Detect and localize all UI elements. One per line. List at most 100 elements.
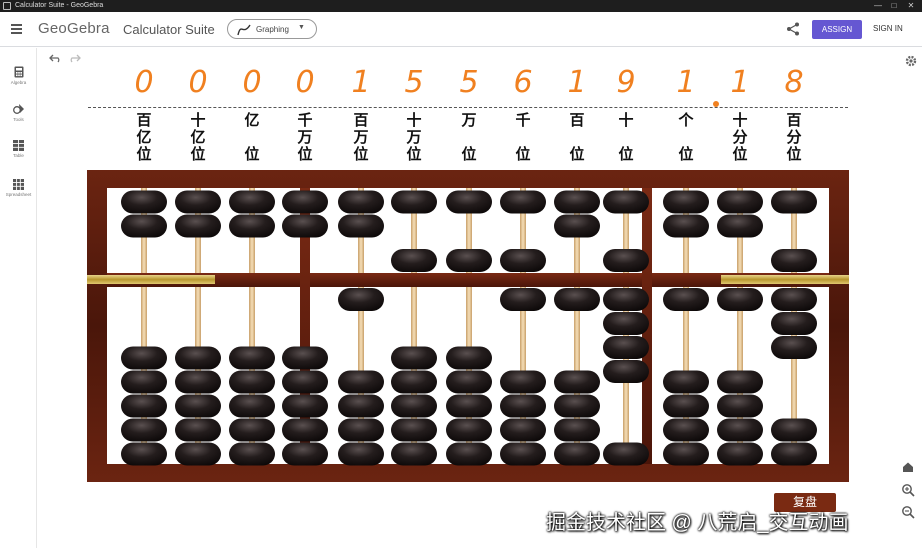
mode-select[interactable]: Graphing ▼ xyxy=(227,19,317,39)
upper-bead[interactable] xyxy=(500,190,546,214)
upper-bead[interactable] xyxy=(717,214,763,238)
undo-icon[interactable] xyxy=(49,54,62,63)
upper-bead[interactable] xyxy=(121,190,167,214)
upper-bead[interactable] xyxy=(446,249,492,272)
sidebar-item-table[interactable]: Table xyxy=(0,140,37,174)
lower-bead[interactable] xyxy=(175,418,221,442)
upper-bead[interactable] xyxy=(717,190,763,214)
upper-bead[interactable] xyxy=(229,190,275,214)
lower-bead[interactable] xyxy=(717,370,763,394)
lower-bead[interactable] xyxy=(717,442,763,466)
lower-bead[interactable] xyxy=(175,370,221,394)
sidebar-item-spreadsheet[interactable]: Spreadsheet xyxy=(0,179,37,213)
lower-bead[interactable] xyxy=(663,370,709,394)
share-icon[interactable] xyxy=(786,22,800,36)
upper-bead[interactable] xyxy=(282,190,328,214)
lower-bead[interactable] xyxy=(771,312,817,335)
lower-bead[interactable] xyxy=(391,442,437,466)
lower-bead[interactable] xyxy=(391,370,437,394)
lower-bead[interactable] xyxy=(554,370,600,394)
lower-bead[interactable] xyxy=(121,394,167,418)
lower-bead[interactable] xyxy=(338,370,384,394)
lower-bead[interactable] xyxy=(229,394,275,418)
lower-bead[interactable] xyxy=(603,288,649,311)
upper-bead[interactable] xyxy=(391,249,437,272)
lower-bead[interactable] xyxy=(554,394,600,418)
lower-bead[interactable] xyxy=(391,418,437,442)
lower-bead[interactable] xyxy=(391,394,437,418)
lower-bead[interactable] xyxy=(603,312,649,335)
menu-icon[interactable] xyxy=(11,22,23,36)
upper-bead[interactable] xyxy=(391,190,437,214)
upper-bead[interactable] xyxy=(663,214,709,238)
lower-bead[interactable] xyxy=(771,336,817,359)
lower-bead[interactable] xyxy=(338,442,384,466)
lower-bead[interactable] xyxy=(229,346,275,370)
lower-bead[interactable] xyxy=(771,418,817,442)
lower-bead[interactable] xyxy=(282,370,328,394)
lower-bead[interactable] xyxy=(229,418,275,442)
lower-bead[interactable] xyxy=(663,394,709,418)
upper-bead[interactable] xyxy=(554,214,600,238)
lower-bead[interactable] xyxy=(446,442,492,466)
upper-bead[interactable] xyxy=(121,214,167,238)
lower-bead[interactable] xyxy=(717,394,763,418)
lower-bead[interactable] xyxy=(717,288,763,311)
lower-bead[interactable] xyxy=(121,370,167,394)
lower-bead[interactable] xyxy=(446,418,492,442)
lower-bead[interactable] xyxy=(500,394,546,418)
upper-bead[interactable] xyxy=(338,190,384,214)
upper-bead[interactable] xyxy=(603,190,649,214)
redo-icon[interactable] xyxy=(68,54,81,63)
lower-bead[interactable] xyxy=(175,394,221,418)
lower-bead[interactable] xyxy=(603,336,649,359)
lower-bead[interactable] xyxy=(771,442,817,466)
lower-bead[interactable] xyxy=(663,442,709,466)
lower-bead[interactable] xyxy=(229,442,275,466)
upper-bead[interactable] xyxy=(338,214,384,238)
lower-bead[interactable] xyxy=(500,288,546,311)
zoom-in-icon[interactable] xyxy=(900,482,916,498)
lower-bead[interactable] xyxy=(554,442,600,466)
lower-bead[interactable] xyxy=(121,418,167,442)
sidebar-item-algebra[interactable]: Algebra xyxy=(0,66,37,100)
lower-bead[interactable] xyxy=(554,418,600,442)
lower-bead[interactable] xyxy=(391,346,437,370)
lower-bead[interactable] xyxy=(338,394,384,418)
close-icon[interactable]: ✕ xyxy=(905,0,917,12)
lower-bead[interactable] xyxy=(771,288,817,311)
upper-bead[interactable] xyxy=(175,214,221,238)
upper-bead[interactable] xyxy=(500,249,546,272)
upper-bead[interactable] xyxy=(603,249,649,272)
lower-bead[interactable] xyxy=(446,370,492,394)
lower-bead[interactable] xyxy=(282,418,328,442)
lower-bead[interactable] xyxy=(446,394,492,418)
lower-bead[interactable] xyxy=(121,442,167,466)
upper-bead[interactable] xyxy=(663,190,709,214)
home-icon[interactable] xyxy=(900,459,916,475)
lower-bead[interactable] xyxy=(338,288,384,311)
lower-bead[interactable] xyxy=(717,418,763,442)
upper-bead[interactable] xyxy=(554,190,600,214)
gear-icon[interactable] xyxy=(905,55,917,67)
lower-bead[interactable] xyxy=(282,442,328,466)
zoom-out-icon[interactable] xyxy=(900,504,916,520)
lower-bead[interactable] xyxy=(338,418,384,442)
lower-bead[interactable] xyxy=(282,394,328,418)
upper-bead[interactable] xyxy=(229,214,275,238)
lower-bead[interactable] xyxy=(229,370,275,394)
upper-bead[interactable] xyxy=(771,190,817,214)
lower-bead[interactable] xyxy=(603,442,649,466)
lower-bead[interactable] xyxy=(175,346,221,370)
minimize-icon[interactable]: — xyxy=(872,0,884,12)
sidebar-item-tools[interactable]: Tools xyxy=(0,103,37,137)
lower-bead[interactable] xyxy=(554,288,600,311)
lower-bead[interactable] xyxy=(282,346,328,370)
upper-bead[interactable] xyxy=(446,190,492,214)
sign-in-button[interactable]: SIGN IN xyxy=(873,24,903,33)
lower-bead[interactable] xyxy=(121,346,167,370)
lower-bead[interactable] xyxy=(603,360,649,383)
lower-bead[interactable] xyxy=(500,442,546,466)
lower-bead[interactable] xyxy=(663,288,709,311)
maximize-icon[interactable]: □ xyxy=(888,0,900,12)
